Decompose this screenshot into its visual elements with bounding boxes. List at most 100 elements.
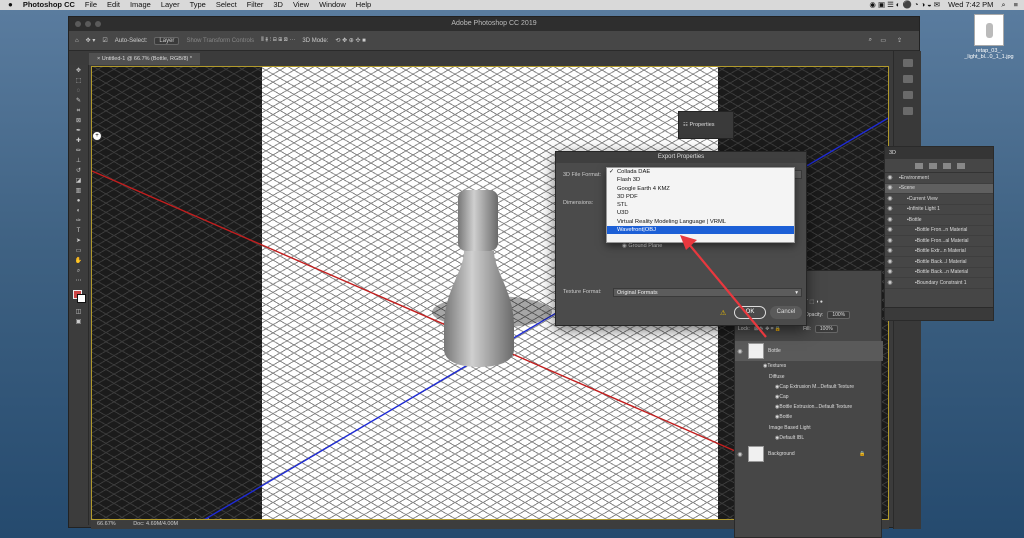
- eye-icon[interactable]: ◉: [735, 451, 745, 458]
- quick-select-tool-icon[interactable]: ✎: [73, 98, 85, 105]
- eye-icon[interactable]: ◉: [885, 257, 895, 268]
- 3d-mode-icons[interactable]: ⟲ ✥ ⊕ ✣ ■: [335, 37, 365, 44]
- background-color-swatch[interactable]: [77, 294, 86, 303]
- 3d-tree-item[interactable]: ◉ ▪ Boundary Constraint 1: [885, 278, 993, 289]
- adjustments-panel-icon[interactable]: [902, 91, 913, 99]
- diffuse-row[interactable]: Diffuse: [735, 374, 883, 380]
- app-menu[interactable]: Photoshop CC: [23, 0, 75, 10]
- whole-scene-filter-icon[interactable]: [915, 162, 923, 169]
- format-option[interactable]: Wavefront|OBJ: [607, 226, 794, 235]
- default-ibl-row[interactable]: ◉ Default IBL: [735, 435, 883, 441]
- close-window-button[interactable]: [75, 21, 81, 27]
- search-icon[interactable]: ⌕: [1001, 0, 1005, 10]
- format-option[interactable]: ✓ Collada DAE: [607, 168, 794, 176]
- eye-icon[interactable]: ◉: [885, 267, 895, 278]
- texture-row[interactable]: ◉ Cap: [735, 394, 883, 400]
- zoom-window-button[interactable]: [95, 21, 101, 27]
- 3d-tree-item[interactable]: ◉ ▪ Bottle: [885, 215, 993, 226]
- blur-tool-icon[interactable]: ●: [73, 198, 85, 205]
- texture-row[interactable]: ◉ Bottle: [735, 414, 883, 420]
- textures-row[interactable]: ◉ Textures: [735, 363, 883, 369]
- menu-file[interactable]: File: [85, 0, 97, 10]
- move-tool-icon[interactable]: ✥: [73, 68, 85, 75]
- history-brush-icon[interactable]: ↺: [73, 168, 85, 175]
- menu-type[interactable]: Type: [190, 0, 206, 10]
- properties-panel[interactable]: ☷ Properties: [678, 111, 734, 139]
- format-option[interactable]: 3D PDF: [607, 193, 794, 201]
- marquee-tool-icon[interactable]: ⬚: [73, 78, 85, 85]
- 3d-tree-item[interactable]: ◉ ▪ Bottle Extr...n Material: [885, 246, 993, 257]
- 3d-tree-item[interactable]: ◉ ▪ Current View: [885, 194, 993, 205]
- menu-help[interactable]: Help: [356, 0, 371, 10]
- eye-icon[interactable]: ◉: [885, 215, 895, 226]
- libraries-panel-icon[interactable]: [902, 107, 913, 115]
- move-tool-icon[interactable]: ✥ ▾: [86, 37, 96, 44]
- eyedropper-tool-icon[interactable]: ✒: [73, 128, 85, 135]
- lasso-tool-icon[interactable]: ◌: [73, 88, 85, 95]
- eye-icon[interactable]: ◉: [885, 183, 895, 194]
- menu-view[interactable]: View: [293, 0, 309, 10]
- opacity-field[interactable]: 100%: [827, 311, 851, 319]
- format-option[interactable]: Virtual Reality Modeling Language | VRML: [607, 218, 794, 226]
- screen-mode-icon[interactable]: ▣: [73, 319, 85, 326]
- ok-button[interactable]: OK: [734, 306, 766, 319]
- frame-tool-icon[interactable]: ⊠: [73, 118, 85, 125]
- eye-icon[interactable]: ◉: [885, 278, 895, 289]
- menu-image[interactable]: Image: [130, 0, 151, 10]
- 3d-tree-item[interactable]: ◉ ▪ Environment: [885, 173, 993, 184]
- lights-filter-icon[interactable]: [957, 162, 965, 169]
- 3d-tree-item[interactable]: ◉ ▪ Infinite Light 1: [885, 205, 993, 215]
- doc-size[interactable]: Doc: 4.69M/4.00M: [133, 521, 178, 527]
- menu-select[interactable]: Select: [216, 0, 237, 10]
- eye-icon[interactable]: ◉: [735, 348, 745, 355]
- shape-tool-icon[interactable]: ▭: [73, 248, 85, 255]
- lock-icons[interactable]: ⊠ ✎ ✥ ⌗ 🔒: [754, 326, 781, 332]
- healing-brush-icon[interactable]: ✚: [73, 138, 85, 145]
- 3d-tree-item[interactable]: ◉ ▪ Bottle Back...l Material: [885, 257, 993, 268]
- format-option[interactable]: U3D: [607, 209, 794, 217]
- gradient-tool-icon[interactable]: ▥: [73, 188, 85, 195]
- materials-filter-icon[interactable]: [943, 162, 951, 169]
- menu-edit[interactable]: Edit: [107, 0, 120, 10]
- type-tool-icon[interactable]: T: [73, 228, 85, 235]
- 3d-tree-item[interactable]: ◉ ▪ Bottle Fron...al Material: [885, 236, 993, 247]
- format-option[interactable]: STL: [607, 201, 794, 209]
- search-icon[interactable]: ⌕: [869, 37, 872, 44]
- document-tab[interactable]: × Untitled-1 @ 66.7% (Bottle, RGB/8) *: [89, 53, 201, 65]
- eye-icon[interactable]: ◉: [885, 173, 895, 184]
- menu-list-icon[interactable]: ≡: [1014, 0, 1018, 10]
- 3d-panel-title[interactable]: 3D: [885, 147, 993, 159]
- path-select-icon[interactable]: ➤: [73, 238, 85, 245]
- layer-row-bottle[interactable]: ◉ Bottle: [735, 341, 883, 361]
- quick-mask-icon[interactable]: ◫: [73, 309, 85, 316]
- texture-format-select[interactable]: Original Formats ▾: [613, 288, 802, 297]
- workspace-icon[interactable]: ▭: [880, 37, 886, 44]
- auto-select-checkbox[interactable]: ☑: [102, 37, 107, 44]
- ground-plane-option[interactable]: ◉ Ground Plane: [622, 243, 662, 249]
- apple-icon[interactable]: ●: [8, 0, 13, 10]
- eye-icon[interactable]: ◉: [885, 236, 895, 247]
- 3d-tree-item[interactable]: ◉ ▪ Bottle Fron...n Material: [885, 225, 993, 236]
- paragraph-panel-icon[interactable]: [902, 75, 913, 83]
- menu-layer[interactable]: Layer: [161, 0, 180, 10]
- zoom-tool-icon[interactable]: ⌕: [73, 268, 85, 275]
- ibl-row[interactable]: Image Based Light: [735, 425, 883, 431]
- stamp-tool-icon[interactable]: ⊥: [73, 158, 85, 165]
- dodge-tool-icon[interactable]: ◐: [73, 208, 85, 215]
- layer-name[interactable]: Bottle: [768, 348, 781, 354]
- menu-3d[interactable]: 3D: [273, 0, 283, 10]
- layer-name[interactable]: Background: [768, 451, 795, 457]
- align-icons[interactable]: ⫴ ⫵ ⫶ ⊟ ⊞ ⊠ ⋯: [261, 37, 295, 44]
- cancel-button[interactable]: Cancel: [770, 306, 802, 319]
- 3d-tree-item[interactable]: ◉ ▪ Scene: [885, 183, 993, 194]
- history-panel-icon[interactable]: [902, 59, 913, 67]
- meshes-filter-icon[interactable]: [929, 162, 937, 169]
- more-tools-icon[interactable]: ⋯: [73, 278, 85, 285]
- brush-tool-icon[interactable]: ✏: [73, 148, 85, 155]
- eye-icon[interactable]: ◉: [885, 246, 895, 257]
- eye-icon[interactable]: ◉: [885, 225, 895, 236]
- texture-row[interactable]: ◉ Bottle Extrusion...Default Texture: [735, 404, 883, 410]
- show-transform-checkbox[interactable]: Show Transform Controls: [186, 38, 254, 44]
- eye-icon[interactable]: ◉: [885, 194, 895, 205]
- layer-row-background[interactable]: ◉ Background 🔒: [735, 445, 883, 463]
